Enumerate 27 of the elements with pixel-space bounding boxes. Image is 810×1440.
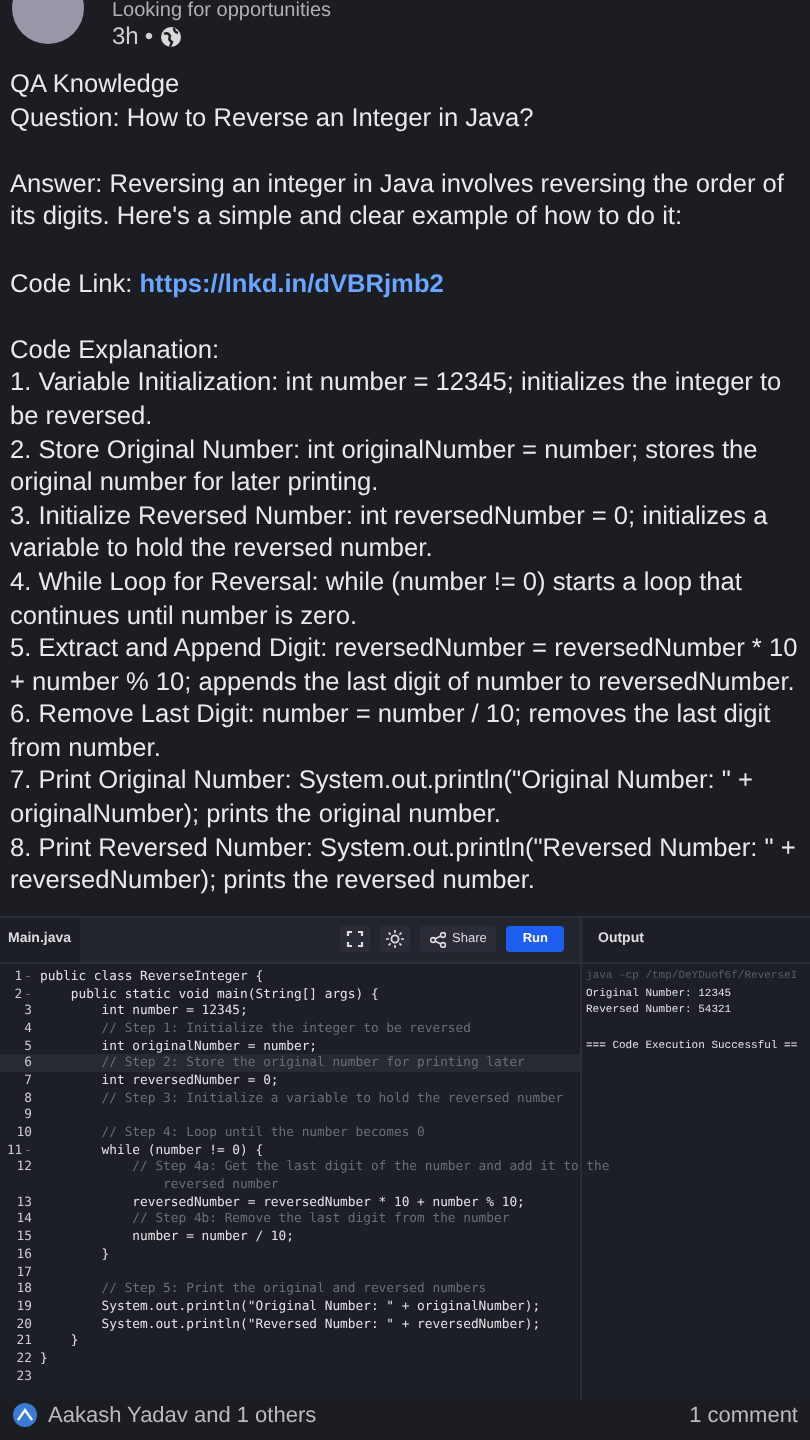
globe-icon xyxy=(159,25,182,47)
sun-icon xyxy=(386,930,404,949)
avatar-icon xyxy=(12,0,84,44)
explanation-item: 1. Variable Initialization: int number = 12345; initializes the integer to be reversed. xyxy=(10,366,784,434)
separator-dot: • xyxy=(144,22,154,50)
explanation-item: 3. Initialize Reversed Number: int reversedNumber = 0; initializes a variable to hold the reversed number. xyxy=(10,499,770,566)
author-headline: Looking for opportunities xyxy=(112,0,332,22)
theme-button[interactable] xyxy=(380,926,410,953)
code-link[interactable]: https://lnkd.in/dVBRjmb2 xyxy=(139,267,444,298)
question-text: Question: How to Reverse an Integer in Java? xyxy=(10,101,536,135)
fullscreen-icon xyxy=(346,930,364,949)
share-icon xyxy=(430,931,446,948)
code-link-label: Code Link: xyxy=(10,267,135,298)
comments-count[interactable]: 1 comment xyxy=(689,1403,798,1428)
explanation-item: 7. Print Original Number: System.out.println("Original Number: " + originalNumber); prints the original number. xyxy=(10,764,755,832)
reaction-icon xyxy=(12,1402,38,1429)
explanation-item: 8. Print Reversed Number: System.out.println("Reversed Number: " + reversedNumber); prints the reversed number. xyxy=(10,831,798,898)
explanation-title: Code Explanation: xyxy=(10,333,222,367)
explanation-item: 6. Remove Last Digit: number = number / 10; removes the last digit from number. xyxy=(10,698,773,765)
post-title: QA Knowledge xyxy=(10,68,182,102)
fullscreen-button[interactable] xyxy=(340,926,370,953)
answer-text: Answer: Reversing an integer in Java involves reversing the order of its digits. Here's a simple and clear example of how to do it: xyxy=(10,167,786,234)
explanation-item: 2. Store Original Number: int originalNumber = number; stores the original number for later printing. xyxy=(10,433,760,500)
explanation-item: 5. Extract and Append Digit: reversedNumber = reversedNumber * 10 + number % 10; appends the last digit of number to reversedNumber. xyxy=(10,632,798,699)
post-time: 3h xyxy=(112,22,139,50)
reactions-count[interactable]: Aakash Yadav and 1 others xyxy=(48,1403,317,1428)
explanation-item: 4. While Loop for Reversal: while (number != 0) starts a loop that continues until number is zero. xyxy=(10,565,744,633)
